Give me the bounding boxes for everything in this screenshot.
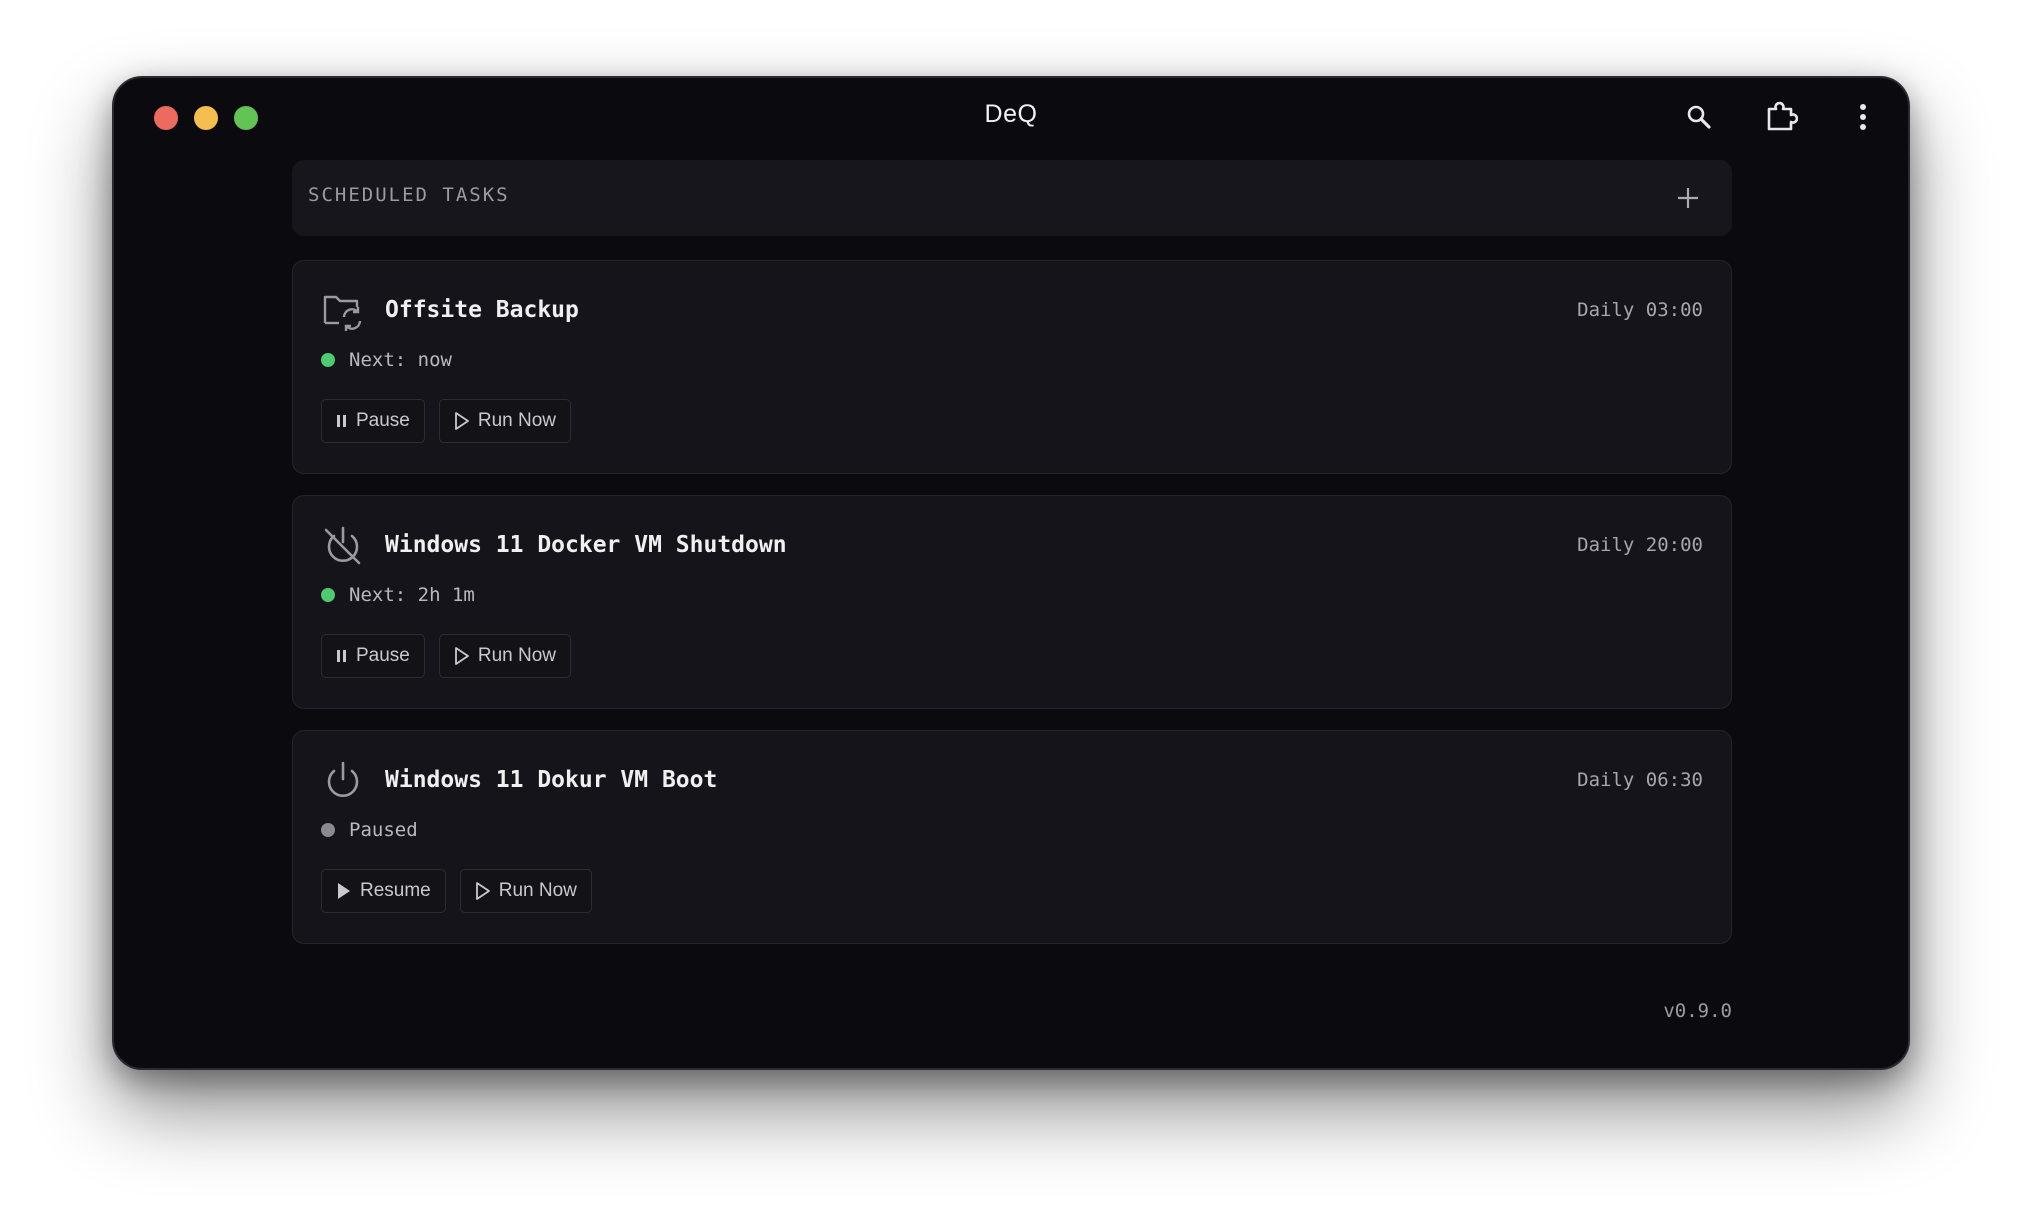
app-window: DeQ SCHEDULED TASKS Offsite Backup Daily…	[112, 76, 1910, 1070]
pause-button[interactable]: Pause	[321, 634, 425, 678]
task-card: Windows 11 Docker VM Shutdown Daily 20:0…	[292, 495, 1732, 709]
run-now-button[interactable]: Run Now	[438, 399, 572, 443]
toolbar	[1680, 98, 1882, 136]
task-card: Windows 11 Dokur VM Boot Daily 06:30 Pau…	[292, 730, 1732, 944]
task-name: Windows 11 Dokur VM Boot	[385, 767, 718, 793]
status-text: Next: now	[349, 349, 452, 371]
run-now-button-label: Run Now	[498, 880, 577, 901]
play-icon	[454, 647, 469, 665]
task-status: Next: 2h 1m	[321, 584, 475, 606]
task-schedule: Daily 20:00	[1577, 534, 1703, 556]
status-dot	[321, 588, 335, 602]
task-name: Offsite Backup	[385, 297, 579, 323]
task-actions: Resume Run Now	[321, 869, 592, 913]
task-schedule: Daily 03:00	[1577, 299, 1703, 321]
play-icon	[475, 882, 490, 900]
play-filled-icon	[338, 883, 350, 899]
plus-icon	[1678, 188, 1698, 208]
status-dot	[321, 353, 335, 367]
play-icon	[454, 412, 469, 430]
folder-sync-icon	[321, 289, 365, 333]
task-name: Windows 11 Docker VM Shutdown	[385, 532, 787, 558]
section-header: SCHEDULED TASKS	[292, 160, 1732, 236]
pause-button-label: Pause	[356, 410, 410, 431]
section-title: SCHEDULED TASKS	[308, 184, 510, 206]
run-now-button[interactable]: Run Now	[459, 869, 592, 913]
window-title: DeQ	[984, 100, 1038, 128]
task-actions: Pause Run Now	[321, 634, 572, 678]
status-text: Paused	[349, 819, 418, 841]
pause-button-label: Pause	[356, 645, 410, 666]
power-icon	[321, 759, 365, 803]
run-now-button-label: Run Now	[477, 410, 557, 431]
run-now-button[interactable]: Run Now	[438, 634, 572, 678]
status-dot	[321, 823, 335, 837]
more-vertical-icon[interactable]	[1844, 98, 1882, 136]
task-card: Offsite Backup Daily 03:00 Next: now Pau…	[292, 260, 1732, 474]
run-now-button-label: Run Now	[477, 645, 557, 666]
pause-icon	[337, 650, 346, 662]
version-label: v0.9.0	[1663, 1000, 1732, 1022]
status-text: Next: 2h 1m	[349, 584, 475, 606]
resume-button[interactable]: Resume	[321, 869, 446, 913]
pause-icon	[337, 415, 346, 427]
task-schedule: Daily 06:30	[1577, 769, 1703, 791]
extension-icon[interactable]	[1762, 98, 1800, 136]
task-status: Next: now	[321, 349, 452, 371]
resume-button-label: Resume	[360, 880, 431, 901]
power-off-icon	[321, 524, 365, 568]
add-task-button[interactable]	[1670, 180, 1706, 216]
pause-button[interactable]: Pause	[321, 399, 425, 443]
task-actions: Pause Run Now	[321, 399, 572, 443]
task-status: Paused	[321, 819, 418, 841]
search-icon[interactable]	[1680, 98, 1718, 136]
